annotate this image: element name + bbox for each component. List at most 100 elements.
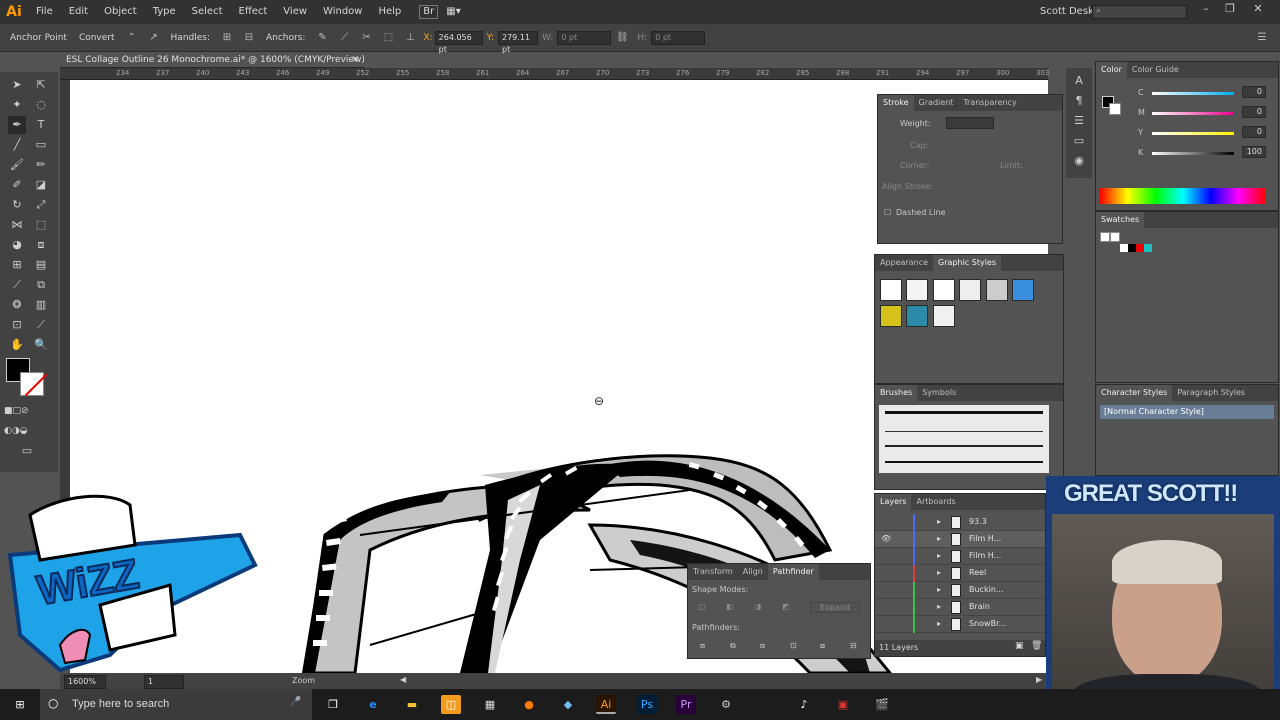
pen-tool-icon[interactable]: ✒ [8,116,26,134]
shape-builder-tool-icon[interactable]: ◕ [8,236,26,254]
close-icon[interactable]: ✕ [1248,2,1268,20]
expand-arrow-icon[interactable]: ▸ [937,551,941,560]
channel-c-slider[interactable] [1152,92,1234,95]
align-icon[interactable]: ⊥ [402,30,418,46]
arrange-documents-icon[interactable]: ▦▾ [438,0,468,24]
tab-swatches[interactable]: Swatches [1096,212,1145,228]
eyedropper-tool-icon[interactable]: ⟋ [8,276,26,294]
graphic-style-swatch[interactable] [1012,279,1034,301]
menu-window[interactable]: Window [315,0,370,24]
y-field[interactable]: 279.11 pt [498,30,538,54]
expand-arrow-icon[interactable]: ▸ [937,517,941,526]
graphic-style-swatch[interactable] [906,305,928,327]
swatch-none[interactable] [1100,232,1110,242]
layers-icon[interactable]: ☰ [1070,112,1088,130]
paragraph-panel-icon[interactable]: ¶ [1070,92,1088,110]
hand-tool-icon[interactable]: ✋ [8,336,26,354]
photoshop-taskbar-icon[interactable]: Ps [637,695,657,714]
brush-preview-list[interactable] [879,405,1049,473]
cut-path-icon[interactable]: ✂ [358,30,374,46]
blend-tool-icon[interactable]: ⧉ [32,276,50,294]
tab-brushes[interactable]: Brushes [875,385,918,401]
expand-arrow-icon[interactable]: ▸ [937,619,941,628]
artboard-number-field[interactable]: 1 [144,675,184,689]
layer-row[interactable]: ▸ 93.3 [875,514,1045,531]
width-tool-icon[interactable]: ⋈ [8,216,26,234]
blob-brush-tool-icon[interactable]: ✐ [8,176,26,194]
expand-arrow-icon[interactable]: ▸ [937,602,941,611]
edge-icon[interactable]: e [363,695,383,714]
tab-color[interactable]: Color [1096,62,1127,78]
menu-select[interactable]: Select [184,0,231,24]
x-field[interactable]: 264.056 pt [434,30,483,54]
app-icon[interactable]: ◆ [558,695,578,714]
swatch-registration[interactable] [1110,232,1120,242]
slice-tool-icon[interactable]: ⟋ [32,316,50,334]
expand-arrow-icon[interactable]: ▸ [937,585,941,594]
menu-edit[interactable]: Edit [61,0,96,24]
layer-row[interactable]: ▸ Brain [875,599,1045,616]
layer-row[interactable]: ▸ Reel [875,565,1045,582]
zoom-level-field[interactable]: 1600% [64,675,106,689]
hide-handles-icon[interactable]: ⊟ [241,30,257,46]
minimize-icon[interactable]: – [1196,2,1216,20]
layer-row[interactable]: 👁 ▸ Film H... [875,531,1045,548]
horizontal-ruler[interactable]: 234 237 240 243 246 249 252 255 258 261 264 267 270 2… [60,68,1089,80]
paintbrush-tool-icon[interactable]: 🖌 [8,156,26,174]
layer-row[interactable]: ▸ Buckin... [875,582,1045,599]
tab-character-styles[interactable]: Character Styles [1096,385,1173,401]
tab-align[interactable]: Align [738,564,768,580]
graphic-style-swatch[interactable] [933,279,955,301]
link-proportions-icon[interactable]: ⛓ [614,30,630,46]
lasso-tool-icon[interactable]: ◌ [32,96,50,114]
menu-type[interactable]: Type [145,0,184,24]
tab-layers[interactable]: Layers [875,494,912,510]
channel-k-slider[interactable] [1152,152,1234,155]
task-view-icon[interactable]: ❐ [323,695,343,714]
restore-icon[interactable]: ❐ [1220,2,1240,20]
artboard-tool-icon[interactable]: ⊡ [8,316,26,334]
clapperboard-taskbar-icon[interactable]: 🎬 [872,695,892,714]
tab-gradient[interactable]: Gradient [914,95,959,111]
menu-help[interactable]: Help [370,0,409,24]
itunes-taskbar-icon[interactable]: ♪ [794,695,814,714]
expand-arrow-icon[interactable]: ▸ [937,568,941,577]
channel-y-slider[interactable] [1152,132,1234,135]
swatch-white[interactable] [1120,244,1128,252]
magic-wand-tool-icon[interactable]: ✦ [8,96,26,114]
isolate-icon[interactable]: ⬚ [380,30,396,46]
stroke-weight-field[interactable] [946,117,994,129]
layer-row[interactable]: ▸ SnowBr... [875,616,1045,633]
illustrator-taskbar-icon[interactable]: Ai [596,695,616,714]
artboards-panel-icon[interactable]: ▭ [1070,132,1088,150]
scroll-left-icon[interactable]: ◀ [400,675,406,684]
menu-object[interactable]: Object [96,0,145,24]
layer-row[interactable]: ▸ Film H... [875,548,1045,565]
column-graph-tool-icon[interactable]: ▥ [32,296,50,314]
gradient-tool-icon[interactable]: ▤ [32,256,50,274]
tab-transform[interactable]: Transform [688,564,738,580]
free-transform-tool-icon[interactable]: ⬚ [32,216,50,234]
mesh-tool-icon[interactable]: ⊞ [8,256,26,274]
character-panel-icon[interactable]: A [1070,72,1088,90]
symbol-sprayer-tool-icon[interactable]: ❂ [8,296,26,314]
dashed-line-checkbox[interactable]: ☐ [884,208,891,217]
color-spectrum[interactable] [1100,188,1266,204]
microphone-icon[interactable]: 🎤 [290,697,301,707]
tab-transparency[interactable]: Transparency [958,95,1021,111]
user-account[interactable]: Scott Desk [1040,0,1094,24]
type-tool-icon[interactable]: T [32,116,50,134]
rotate-tool-icon[interactable]: ↻ [8,196,26,214]
file-explorer-icon[interactable]: ▬ [402,695,422,714]
outline-icon[interactable]: ⧇ [820,641,825,651]
intersect-icon[interactable]: ◨ [754,602,762,611]
visibility-eye-icon[interactable]: 👁 [881,534,891,543]
windows-start-icon[interactable]: ⊞ [10,695,30,714]
swatch-teal[interactable] [1144,244,1152,252]
divide-icon[interactable]: ⧈ [700,641,705,651]
recorder-taskbar-icon[interactable]: ▣ [833,695,853,714]
graphic-style-swatch[interactable] [986,279,1008,301]
appearance-panel-icon[interactable]: ◉ [1070,152,1088,170]
remove-anchor-icon[interactable]: ✎ [314,30,330,46]
firefox-icon[interactable]: ● [519,695,539,714]
